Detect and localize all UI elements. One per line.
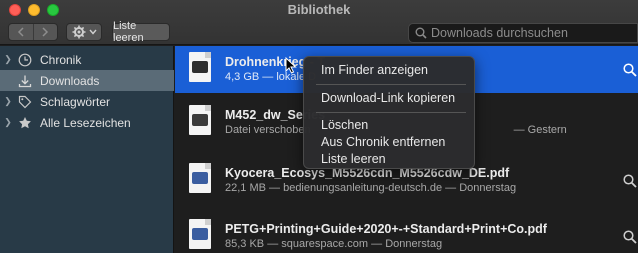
magnifier-icon[interactable]	[623, 63, 637, 77]
download-filename: PETG+Printing+Guide+2020+-+Standard+Prin…	[225, 222, 547, 236]
download-meta-status: Datei verschoben	[225, 124, 311, 136]
sidebar-item-history[interactable]: ❯ Chronik	[0, 49, 174, 70]
context-menu: Im Finder anzeigen Download-Link kopiere…	[303, 56, 475, 169]
gear-icon	[72, 25, 85, 39]
clock-icon	[16, 52, 34, 68]
sidebar-item-all-bookmarks[interactable]: ❯ Alle Lesezeichen	[0, 112, 174, 133]
sidebar: ❯ Chronik Downloads ❯ Schlagwörter ❯ All…	[0, 46, 174, 253]
download-item[interactable]: PETG+Printing+Guide+2020+-+Standard+Prin…	[175, 213, 638, 253]
disclosure-chevron-icon[interactable]: ❯	[0, 96, 16, 107]
menu-separator	[316, 84, 466, 85]
menu-item-clear-list[interactable]: Liste leeren	[308, 150, 471, 168]
search-input[interactable]	[431, 26, 631, 40]
search-icon	[415, 27, 427, 39]
download-meta: 85,3 KB — squarespace.com — Donnerstag	[225, 238, 443, 250]
navigation-buttons	[8, 23, 58, 41]
file-icon	[189, 105, 211, 135]
organize-menu-button[interactable]	[66, 23, 102, 41]
download-meta-date: — Gestern	[513, 124, 567, 136]
mouse-pointer-icon	[285, 57, 297, 74]
menu-item-show-in-finder[interactable]: Im Finder anzeigen	[308, 61, 471, 79]
pdf-file-icon	[189, 219, 211, 249]
chevron-right-icon	[42, 27, 49, 37]
window-title: Bibliothek	[287, 2, 351, 17]
download-icon	[16, 73, 34, 89]
magnifier-icon[interactable]	[623, 174, 637, 188]
menu-separator	[316, 112, 466, 113]
toolbar: Bibliothek Liste leeren	[0, 0, 638, 45]
chevron-left-icon	[17, 27, 24, 37]
back-button[interactable]	[9, 24, 33, 40]
star-icon	[16, 115, 34, 131]
sidebar-item-tags[interactable]: ❯ Schlagwörter	[0, 91, 174, 112]
sidebar-item-downloads[interactable]: Downloads	[0, 70, 174, 91]
magnifier-icon[interactable]	[623, 230, 637, 244]
download-meta: 22,1 MB — bedienungsanleitung-deutsch.de…	[225, 182, 517, 194]
sidebar-item-label: Schlagwörter	[40, 94, 111, 109]
menu-item-remove-from-history[interactable]: Aus Chronik entfernen	[308, 133, 471, 151]
disclosure-chevron-icon[interactable]: ❯	[0, 54, 16, 65]
tag-icon	[16, 94, 34, 110]
menu-item-delete[interactable]: Löschen	[308, 116, 471, 134]
sidebar-item-label: Alle Lesezeichen	[40, 115, 131, 130]
chevron-down-icon	[88, 29, 97, 35]
pdf-file-icon	[189, 163, 211, 193]
sidebar-item-label: Chronik	[40, 52, 82, 67]
menu-item-copy-download-link[interactable]: Download-Link kopieren	[308, 89, 471, 107]
search-field[interactable]	[408, 23, 638, 43]
clear-list-button[interactable]: Liste leeren	[112, 20, 170, 44]
video-file-icon	[189, 52, 211, 82]
sidebar-item-label: Downloads	[40, 73, 100, 88]
forward-button[interactable]	[32, 24, 57, 40]
disclosure-chevron-icon[interactable]: ❯	[0, 117, 16, 128]
